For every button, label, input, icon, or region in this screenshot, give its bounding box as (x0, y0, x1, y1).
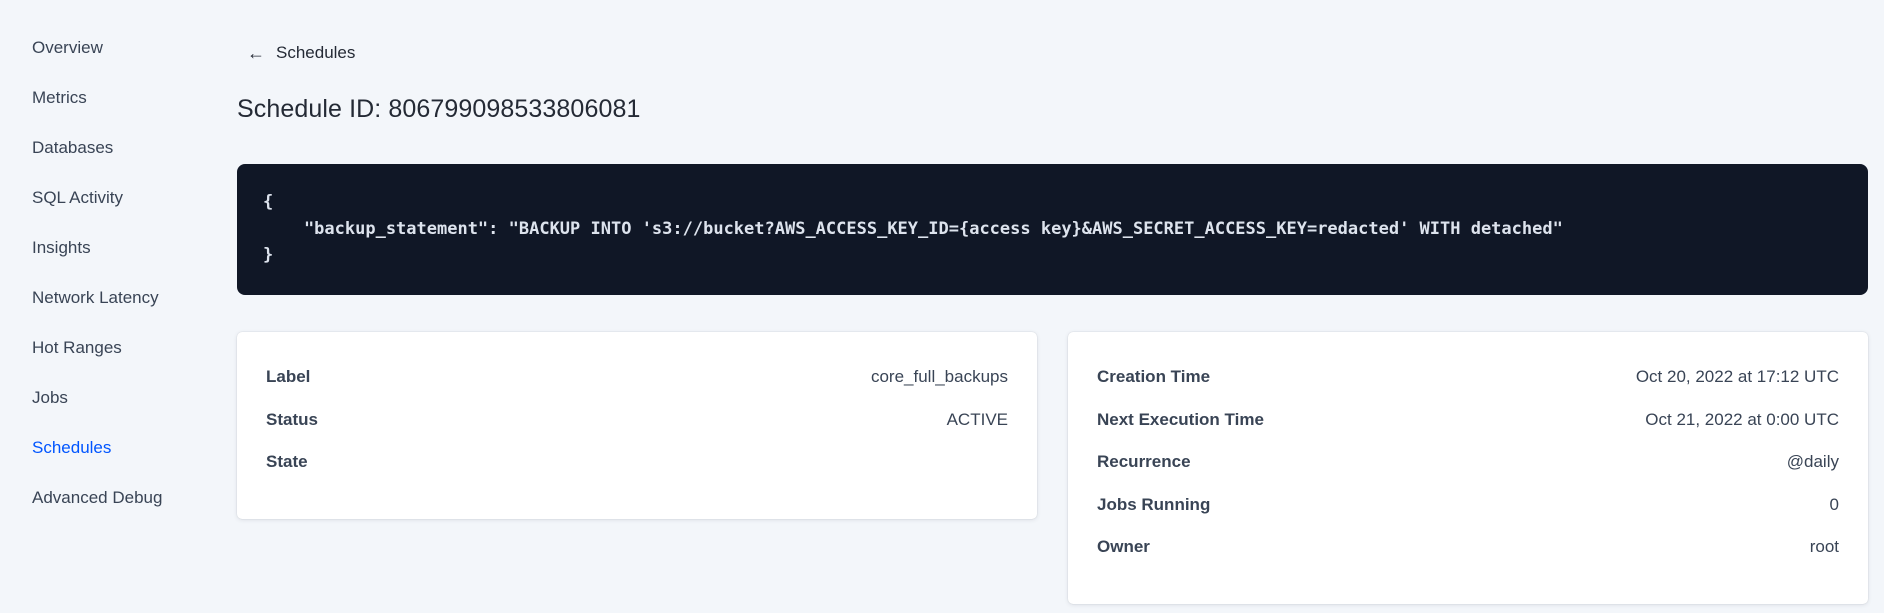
summary-row-value: ACTIVE (946, 409, 1008, 429)
summary-row-status: Status ACTIVE (266, 410, 1008, 453)
sidebar-item-network-latency[interactable]: Network Latency (0, 273, 221, 323)
sidebar-item-insights[interactable]: Insights (0, 223, 221, 273)
summary-row-state: State (266, 452, 1008, 495)
summary-row-value: Oct 20, 2022 at 17:12 UTC (1635, 367, 1839, 386)
back-arrow-icon: ← (247, 43, 265, 63)
summary-row-key: Status (266, 409, 318, 429)
schedule-detail-page: Overview Metrics Databases SQL Activity … (0, 0, 1884, 613)
back-link-label: Schedules (276, 43, 356, 62)
summary-row-jobs-running: Jobs Running 0 (1097, 495, 1839, 538)
back-link-schedules[interactable]: ← Schedules (247, 43, 355, 63)
sidebar-item-schedules[interactable]: Schedules (0, 423, 221, 473)
summary-row-label: Label core_full_backups (266, 367, 1008, 410)
summary-row-value: core_full_backups (870, 367, 1008, 386)
summary-row-key: Recurrence (1097, 452, 1191, 471)
summary-row-value: @daily (1786, 452, 1839, 471)
summary-row-key: Jobs Running (1097, 494, 1211, 514)
summary-row-key: Label (266, 367, 311, 386)
sidebar-item-metrics[interactable]: Metrics (0, 73, 221, 123)
left-nav-sidebar: Overview Metrics Databases SQL Activity … (0, 23, 221, 523)
sidebar-item-hot-ranges[interactable]: Hot Ranges (0, 323, 221, 373)
sidebar-item-databases[interactable]: Databases (0, 123, 221, 173)
summary-row-key: State (266, 452, 308, 471)
summary-row-key: Creation Time (1097, 367, 1211, 386)
main-content: ← Schedules Schedule ID: 806799098533806… (237, 0, 1868, 604)
summary-row-value: Oct 21, 2022 at 0:00 UTC (1645, 409, 1839, 429)
schedule-timing-card: Creation Time Oct 20, 2022 at 17:12 UTC … (1068, 332, 1868, 604)
summary-cards-row: Label core_full_backups Status ACTIVE St… (237, 332, 1868, 604)
sidebar-item-jobs[interactable]: Jobs (0, 373, 221, 423)
sidebar-item-advanced-debug[interactable]: Advanced Debug (0, 473, 221, 523)
schedule-status-card: Label core_full_backups Status ACTIVE St… (237, 332, 1037, 519)
summary-row-creation-time: Creation Time Oct 20, 2022 at 17:12 UTC (1097, 367, 1839, 410)
schedule-definition-code-block: { "backup_statement": "BACKUP INTO 's3:/… (237, 164, 1868, 295)
summary-row-owner: Owner root (1097, 537, 1839, 580)
summary-row-key: Next Execution Time (1097, 409, 1264, 429)
summary-row-key: Owner (1097, 537, 1150, 556)
summary-row-recurrence: Recurrence @daily (1097, 452, 1839, 495)
sidebar-item-overview[interactable]: Overview (0, 23, 221, 73)
summary-row-value: 0 (1829, 494, 1839, 514)
page-title: Schedule ID: 806799098533806081 (237, 95, 641, 123)
sidebar-item-sql-activity[interactable]: SQL Activity (0, 173, 221, 223)
summary-row-next-execution-time: Next Execution Time Oct 21, 2022 at 0:00… (1097, 410, 1839, 453)
summary-row-value: root (1809, 537, 1839, 556)
